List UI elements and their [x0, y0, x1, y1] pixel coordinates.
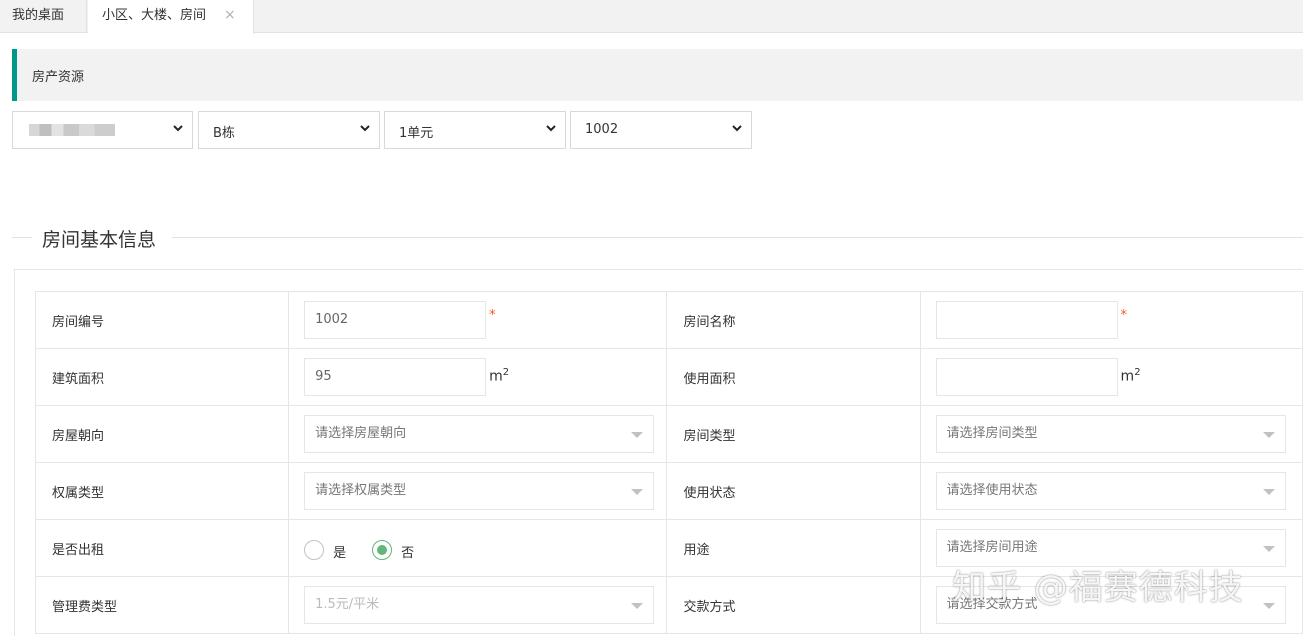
use-status-select[interactable]: 请选择使用状态: [935, 472, 1286, 510]
orientation-cell: 请选择房屋朝向: [288, 405, 668, 463]
radio-yes-label: 是: [333, 546, 347, 561]
room-name-input[interactable]: [935, 301, 1118, 339]
caret-down-icon: [1262, 432, 1275, 438]
divider: [12, 237, 32, 238]
payment-label: 交款方式: [666, 576, 921, 634]
fee-type-select[interactable]: 1.5元/平米: [304, 586, 655, 624]
unit-select[interactable]: 1单元: [384, 111, 566, 149]
chevron-down-icon: [173, 125, 183, 132]
room-type-select[interactable]: 请选择房间类型: [935, 415, 1286, 453]
chevron-down-icon: [732, 125, 742, 132]
unit-label: m2: [1120, 367, 1141, 385]
tab-community-building-room[interactable]: 小区、大楼、房间 ×: [88, 0, 254, 34]
use-area-label: 使用面积: [666, 348, 921, 406]
required-mark: *: [1120, 308, 1128, 323]
build-area-cell: 95 m2: [288, 348, 668, 406]
table-row: 建筑面积 95 m2 使用面积 m2: [34, 348, 1303, 406]
section-title: 房间基本信息: [42, 229, 157, 251]
tab-my-desktop[interactable]: 我的桌面: [0, 0, 87, 33]
ownership-select[interactable]: 请选择权属类型: [304, 472, 655, 510]
table-row: 权属类型 请选择权属类型 使用状态 请选择使用状态: [34, 462, 1303, 520]
build-area-label: 建筑面积: [34, 348, 290, 406]
fee-type-label: 管理费类型: [34, 576, 290, 634]
radio-yes[interactable]: [304, 540, 325, 560]
close-icon[interactable]: ×: [224, 0, 236, 31]
table-row: 房屋朝向 请选择房屋朝向 房间类型 请选择房间类型: [34, 405, 1303, 463]
divider: [172, 237, 1303, 238]
build-area-input[interactable]: 95: [304, 358, 487, 396]
use-status-cell: 请选择使用状态: [919, 462, 1303, 520]
watermark: 知乎 @福赛德科技: [952, 568, 1244, 608]
use-area-cell: m2: [919, 348, 1303, 406]
fee-type-cell: 1.5元/平米: [288, 576, 668, 634]
use-status-label: 使用状态: [666, 462, 921, 520]
caret-down-icon: [1262, 546, 1275, 552]
radio-no[interactable]: [372, 540, 393, 560]
room-type-label: 房间类型: [666, 405, 921, 463]
orientation-select[interactable]: 请选择房屋朝向: [304, 415, 655, 453]
room-no-label: 房间编号: [34, 291, 290, 349]
caret-down-icon: [631, 489, 644, 495]
rented-cell: 是 否: [288, 519, 668, 577]
caret-down-icon: [1262, 489, 1275, 495]
caret-down-icon: [1262, 603, 1275, 609]
required-mark: *: [489, 308, 496, 323]
rented-label: 是否出租: [34, 519, 290, 577]
tab-bar: 我的桌面 小区、大楼、房间 ×: [0, 0, 1303, 34]
room-name-label: 房间名称: [666, 291, 921, 349]
unit-label: m2: [489, 367, 510, 385]
room-select[interactable]: 1002: [570, 111, 752, 149]
room-name-cell: *: [919, 291, 1303, 349]
orientation-label: 房屋朝向: [34, 405, 290, 463]
redacted-value: [29, 124, 115, 136]
chevron-down-icon: [546, 125, 556, 132]
room-type-cell: 请选择房间类型: [919, 405, 1303, 463]
ownership-label: 权属类型: [34, 462, 290, 520]
room-no-cell: 1002 *: [288, 291, 668, 349]
table-row: 房间编号 1002 * 房间名称 *: [34, 291, 1303, 349]
caret-down-icon: [631, 603, 644, 609]
building-select[interactable]: B栋: [198, 111, 380, 149]
chevron-down-icon: [360, 125, 370, 132]
caret-down-icon: [631, 432, 644, 438]
purpose-label: 用途: [666, 519, 921, 577]
community-select[interactable]: [12, 111, 193, 149]
room-no-input[interactable]: 1002: [304, 301, 487, 339]
page-title: 房产资源: [32, 70, 85, 85]
page-header: 房产资源: [12, 49, 1303, 101]
radio-no-label: 否: [401, 546, 415, 561]
ownership-cell: 请选择权属类型: [288, 462, 668, 520]
tab-label: 小区、大楼、房间: [102, 8, 207, 23]
use-area-input[interactable]: [935, 358, 1118, 396]
tab-label: 我的桌面: [12, 8, 65, 23]
